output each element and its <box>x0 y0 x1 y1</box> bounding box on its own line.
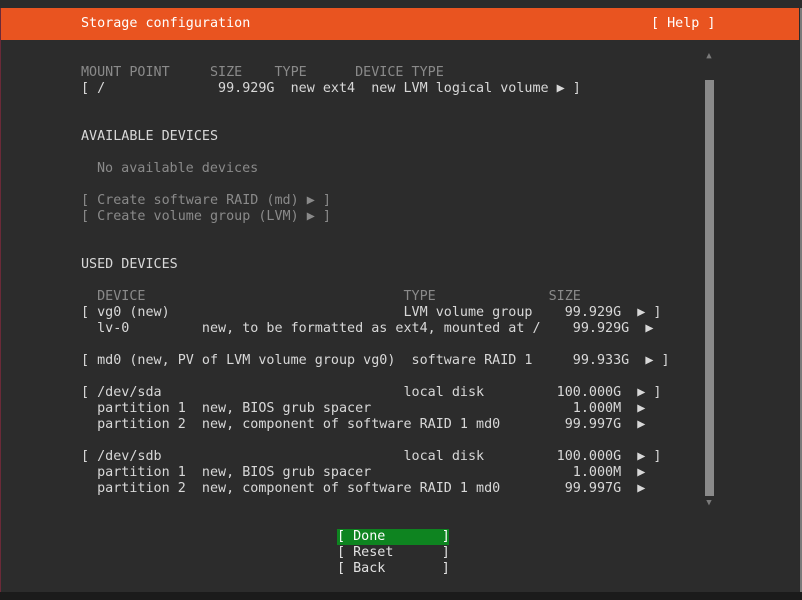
left-edge <box>0 8 1 592</box>
page-title: Storage configuration <box>81 16 251 31</box>
create-volume-group-button[interactable]: [ Create volume group (LVM) ▶ ] <box>81 209 331 225</box>
scroll-up-icon[interactable]: ▲ <box>702 50 716 62</box>
used-devices-heading: USED DEVICES <box>81 257 178 272</box>
create-raid-button[interactable]: [ Create software RAID (md) ▶ ] <box>81 193 331 209</box>
fs-row-root[interactable]: [ / 99.929G new ext4 new LVM logical vol… <box>81 81 581 97</box>
reset-button[interactable]: [ Reset ] <box>337 545 450 561</box>
device-row-sdb-partition2[interactable]: partition 2 new, component of software R… <box>81 481 645 497</box>
device-row-lv0[interactable]: lv-0 new, to be formatted as ext4, mount… <box>81 321 653 337</box>
device-row-sdb-partition1[interactable]: partition 1 new, BIOS grub spacer 1.000M… <box>81 465 645 481</box>
done-button[interactable]: [ Done ] <box>337 529 450 545</box>
scroll-down-icon[interactable]: ▼ <box>702 497 716 509</box>
fs-table-header: MOUNT POINT SIZE TYPE DEVICE TYPE <box>81 65 444 80</box>
title-bar: Storage configuration [ Help ] <box>1 8 799 40</box>
scrollbar[interactable] <box>705 80 714 496</box>
used-devices-header: DEVICE TYPE SIZE <box>81 289 581 304</box>
device-row-sdb[interactable]: [ /dev/sdb local disk 100.000G ▶ ] <box>81 449 661 465</box>
device-row-sda-partition2[interactable]: partition 2 new, component of software R… <box>81 417 645 433</box>
bottom-strip <box>0 592 802 600</box>
no-available-devices-text: No available devices <box>97 161 259 176</box>
device-row-sda-partition1[interactable]: partition 1 new, BIOS grub spacer 1.000M… <box>81 401 645 417</box>
available-devices-heading: AVAILABLE DEVICES <box>81 129 219 144</box>
device-row-md0[interactable]: [ md0 (new, PV of LVM volume group vg0) … <box>81 353 670 369</box>
help-button[interactable]: [ Help ] <box>651 16 716 31</box>
back-button[interactable]: [ Back ] <box>337 561 450 577</box>
device-row-vg0[interactable]: [ vg0 (new) LVM volume group 99.929G ▶ ] <box>81 305 661 321</box>
device-row-sda[interactable]: [ /dev/sda local disk 100.000G ▶ ] <box>81 385 661 401</box>
